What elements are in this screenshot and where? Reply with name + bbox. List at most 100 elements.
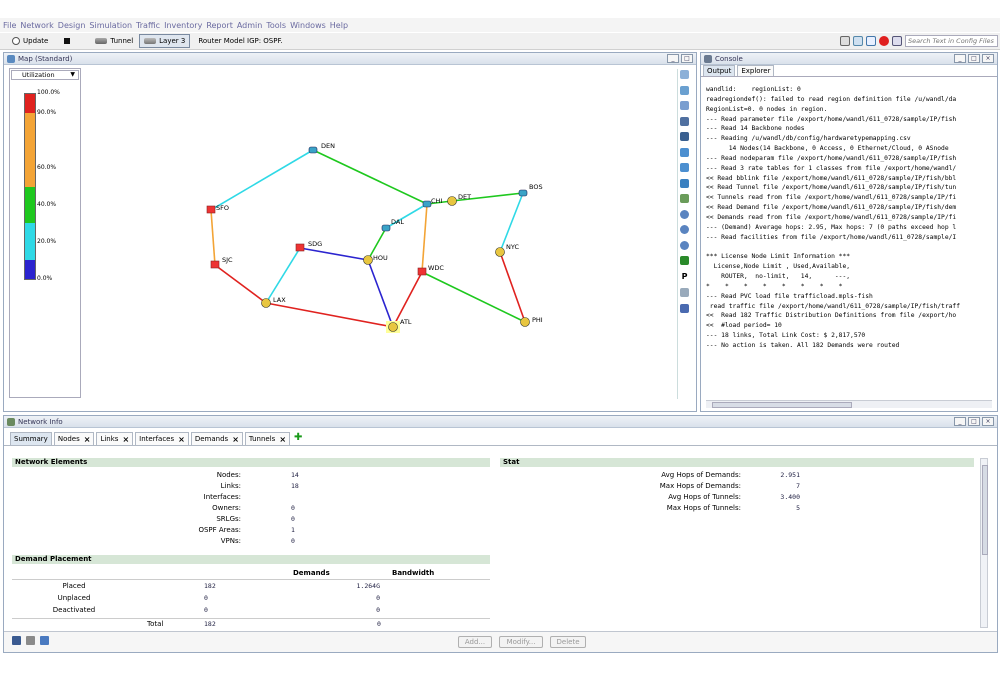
- menu-simulation[interactable]: Simulation: [89, 21, 132, 30]
- menu-file[interactable]: File: [3, 21, 16, 30]
- close-icon[interactable]: ×: [84, 435, 91, 444]
- element-label: SRLGs:: [216, 515, 241, 523]
- tab-explorer[interactable]: Explorer: [737, 65, 775, 76]
- ni-vertical-scrollbar[interactable]: [980, 458, 988, 628]
- undo-icon[interactable]: [680, 147, 689, 157]
- console-restore-button[interactable]: □: [968, 54, 980, 63]
- tab-interfaces[interactable]: Interfaces ×: [135, 432, 189, 445]
- console-line: << Read Demand file /export/home/wandl/6…: [706, 204, 957, 212]
- menu-help[interactable]: Help: [330, 21, 348, 30]
- router-den: [308, 146, 318, 154]
- router-dal: [381, 224, 391, 232]
- console-horizontal-scrollbar[interactable]: [706, 400, 992, 408]
- modify-button[interactable]: Modify...: [499, 636, 543, 648]
- network-elements-header: Network Elements: [12, 458, 490, 467]
- layer3-button[interactable]: Layer 3: [139, 34, 191, 48]
- element-value: 0: [291, 515, 295, 523]
- tab-output[interactable]: Output: [703, 65, 736, 76]
- config-icon[interactable]: [853, 36, 863, 46]
- tab-demands[interactable]: Demands ×: [190, 432, 243, 445]
- menu-tools[interactable]: Tools: [266, 21, 286, 30]
- print-icon[interactable]: [26, 636, 35, 645]
- update-button[interactable]: Update: [8, 34, 52, 48]
- console-line: --- Reading /u/wandl/db/config/hardwaret…: [706, 135, 911, 143]
- stop-icon: [64, 38, 71, 44]
- console-close-button[interactable]: ×: [982, 54, 994, 63]
- ni-restore-button[interactable]: □: [968, 417, 980, 426]
- console-minimize-button[interactable]: _: [954, 54, 966, 63]
- close-icon[interactable]: ×: [279, 435, 286, 444]
- close-circle-icon[interactable]: [879, 36, 889, 46]
- link-sfo-sjc: [210, 209, 216, 266]
- grid-icon[interactable]: [680, 256, 689, 265]
- tab-tunnels[interactable]: Tunnels ×: [244, 432, 291, 445]
- console-title: Console: [715, 54, 743, 63]
- console-line: --- 18 links, Total Link Cost: $ 2,817,5…: [706, 332, 866, 340]
- shield-icon[interactable]: [866, 36, 876, 46]
- console-output[interactable]: wandlid: regionList: 0 readregiondef(): f…: [706, 85, 992, 398]
- tool-wrench-icon[interactable]: [680, 288, 689, 297]
- element-label: Owners:: [212, 504, 241, 512]
- stop-button[interactable]: [60, 34, 77, 48]
- add-button[interactable]: Add...: [458, 636, 492, 648]
- close-icon[interactable]: ×: [178, 435, 185, 444]
- tool-group-icon[interactable]: [680, 132, 689, 141]
- zoom-out-icon[interactable]: [680, 225, 689, 234]
- menu-windows[interactable]: Windows: [290, 21, 326, 30]
- label-sjc: SJC: [222, 256, 233, 264]
- close-icon[interactable]: ×: [122, 435, 129, 444]
- wrench-icon[interactable]: [840, 36, 850, 46]
- placement-header-demands: Demands: [293, 569, 330, 577]
- tool-fit-icon[interactable]: [680, 194, 689, 203]
- tab-nodes[interactable]: Nodes ×: [53, 432, 95, 445]
- refresh-icon: [12, 37, 20, 45]
- console-line: --- No action is taken. All 182 Demands …: [706, 341, 900, 349]
- tab-links[interactable]: Links ×: [96, 432, 134, 445]
- tab-nodes-label: Nodes: [57, 435, 80, 443]
- tab-summary[interactable]: Summary: [10, 432, 52, 445]
- redo-icon[interactable]: [680, 163, 689, 172]
- tool-select-icon[interactable]: [680, 70, 689, 79]
- zoom-reset-icon[interactable]: [680, 240, 689, 250]
- tab-tunnels-label: Tunnels: [248, 435, 276, 443]
- console-line: --- (Demand) Average hops: 2.95, Max hop…: [706, 223, 957, 231]
- refresh-map-icon[interactable]: [680, 178, 689, 188]
- print-p-icon[interactable]: P: [680, 271, 689, 282]
- tool-pan-icon[interactable]: [680, 85, 689, 95]
- config-search-input[interactable]: [905, 35, 998, 47]
- menu-network[interactable]: Network: [20, 21, 53, 30]
- console-line: << Demands read from file /export/home/w…: [706, 213, 957, 221]
- menu-design[interactable]: Design: [58, 21, 86, 30]
- save-icon[interactable]: [12, 636, 21, 645]
- add-tab-icon[interactable]: ✚: [294, 432, 302, 443]
- console-icon: [704, 54, 712, 63]
- menu-inventory[interactable]: Inventory: [164, 21, 202, 30]
- tunnel-button[interactable]: Tunnel: [91, 34, 137, 48]
- console-line: read traffic file /export/home/wandl/611…: [706, 302, 961, 310]
- network-map[interactable]: DEN SFO SJC LAX SDG HOU DAL CHI DET BOS …: [4, 53, 694, 411]
- tool-layout-icon[interactable]: [680, 116, 689, 126]
- console-line: --- Read parameter file /export/home/wan…: [706, 115, 957, 123]
- tool-link-icon[interactable]: [680, 101, 689, 110]
- element-label: VPNs:: [220, 537, 241, 545]
- tool-export-icon[interactable]: [680, 303, 689, 313]
- zoom-in-icon[interactable]: [680, 209, 689, 219]
- menu-report[interactable]: Report: [206, 21, 233, 30]
- ni-close-button[interactable]: ×: [982, 417, 994, 426]
- monitor-icon[interactable]: [892, 36, 902, 46]
- console-line: *** License Node Limit Information ***: [706, 253, 851, 261]
- console-line: --- Read facilities from file /export/ho…: [706, 233, 957, 241]
- menu-admin[interactable]: Admin: [237, 21, 263, 30]
- router-phi: [520, 317, 530, 327]
- delete-button[interactable]: Delete: [550, 636, 586, 648]
- help-icon[interactable]: [40, 636, 49, 645]
- update-label: Update: [23, 37, 49, 45]
- label-lax: LAX: [273, 296, 286, 304]
- layer3-label: Layer 3: [159, 37, 186, 45]
- menu-traffic[interactable]: Traffic: [136, 21, 160, 30]
- console-title-bar: Console _ □ ×: [701, 53, 997, 65]
- demand-placement-section: Demand Placement: [12, 555, 490, 564]
- close-icon[interactable]: ×: [232, 435, 239, 444]
- ni-minimize-button[interactable]: _: [954, 417, 966, 426]
- router-nyc: [495, 247, 505, 257]
